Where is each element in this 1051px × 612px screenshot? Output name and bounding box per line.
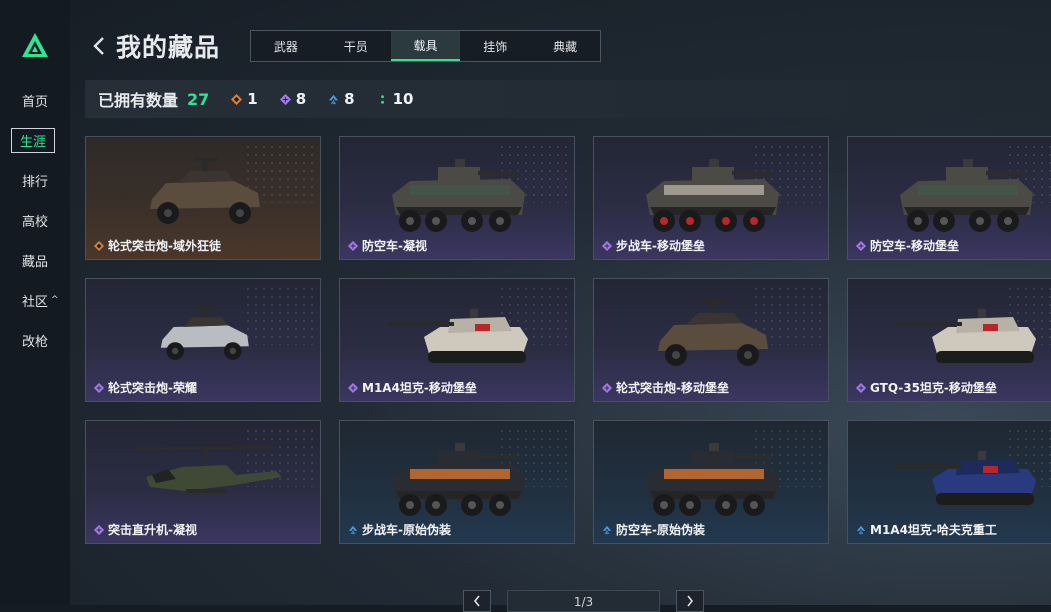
logo-icon[interactable]: [21, 32, 49, 58]
back-button[interactable]: [88, 35, 110, 57]
vehicle-card[interactable]: 防空车-移动堡垒: [847, 136, 1051, 260]
vehicle-name: M1A4坦克-哈夫克重工: [870, 523, 997, 537]
rarity-count-green: 10: [377, 90, 414, 108]
vehicle-name: 防空车-移动堡垒: [870, 239, 959, 253]
vehicle-name: 防空车-原始伪装: [616, 523, 705, 537]
sidebar: 首页生涯排行高校藏品社区 ^ 改枪: [0, 0, 70, 605]
purple-rarity-icon: [279, 93, 291, 105]
vehicle-image: [392, 159, 525, 232]
vehicle-name: 轮式突击炮-荣耀: [108, 381, 197, 395]
purple-rarity-icon: [602, 383, 612, 393]
page-indicator: 1/3: [507, 590, 660, 612]
vehicle-image: [135, 445, 282, 493]
rarity-count-orange: 1: [231, 90, 258, 108]
sidebar-item-label: 生涯: [11, 127, 56, 153]
vehicle-name: GTQ-35坦克-移动堡垒: [870, 381, 997, 395]
vehicle-card[interactable]: 轮式突击炮-荣耀: [85, 278, 321, 402]
page-title: 我的藏品: [116, 33, 221, 62]
sidebar-item-label: 首页: [22, 94, 49, 110]
vehicle-name: 防空车-凝视: [362, 239, 427, 253]
prev-page-button[interactable]: [463, 590, 491, 612]
vehicle-card[interactable]: GTQ-35坦克-移动堡垒: [847, 278, 1051, 402]
sidebar-item-label: 社区: [22, 294, 49, 310]
sidebar-item-label: 改枪: [22, 334, 49, 350]
vehicle-card[interactable]: 步战车-移动堡垒: [593, 136, 829, 260]
blue-rarity-icon: [348, 525, 358, 535]
purple-rarity-icon: [348, 241, 358, 251]
owned-count: 27: [187, 89, 210, 109]
sidebar-item-label: 藏品: [22, 254, 49, 270]
vehicle-image: [150, 157, 260, 224]
vehicle-image: [646, 443, 779, 516]
vehicle-image: [896, 451, 1036, 505]
tab[interactable]: 载具: [390, 31, 461, 61]
vehicle-image: [392, 443, 525, 516]
blue-rarity-icon: [602, 525, 612, 535]
chevron-left-icon: [93, 37, 104, 55]
rarity-count-value: 8: [344, 90, 355, 108]
chevron-left-icon: [473, 595, 480, 607]
blue-rarity-icon: [856, 525, 866, 535]
vehicle-card[interactable]: 步战车-原始伪装: [339, 420, 575, 544]
rarity-count-value: 8: [295, 90, 307, 108]
rarity-count-value: 10: [392, 90, 414, 108]
purple-rarity-icon: [856, 383, 866, 393]
purple-rarity-icon: [348, 383, 358, 393]
purple-rarity-icon: [602, 241, 612, 251]
tab[interactable]: 干员: [321, 31, 391, 61]
sidebar-item[interactable]: 社区 ^: [0, 280, 70, 320]
vehicle-image: [896, 309, 1036, 363]
sidebar-item-label: 高校: [22, 214, 49, 230]
vehicle-card[interactable]: 突击直升机-凝视: [85, 420, 321, 544]
tab[interactable]: 典藏: [530, 31, 600, 61]
sidebar-item[interactable]: 首页: [0, 80, 70, 120]
vehicle-name: 轮式突击炮-域外狂徒: [108, 239, 221, 253]
vehicle-card[interactable]: 防空车-原始伪装: [593, 420, 829, 544]
tab[interactable]: 挂饰: [460, 31, 530, 61]
sidebar-item[interactable]: 生涯: [0, 120, 70, 160]
vehicle-image: [900, 159, 1033, 232]
category-tabs: 武器 干员 载具 挂饰 典藏: [250, 30, 601, 62]
collection-stats: 已拥有数量 27 1 8 8 10: [85, 80, 1051, 118]
orange-rarity-icon: [94, 241, 104, 251]
vehicle-name: M1A4坦克-移动堡垒: [362, 381, 477, 395]
sidebar-item[interactable]: 藏品: [0, 240, 70, 280]
vehicle-card[interactable]: M1A4坦克-移动堡垒: [339, 278, 575, 402]
blue-rarity-icon: [329, 94, 339, 104]
next-page-button[interactable]: [676, 590, 704, 612]
purple-rarity-icon: [856, 241, 866, 251]
vehicle-image: [160, 306, 249, 360]
vehicle-image: [658, 299, 768, 366]
purple-rarity-icon: [94, 525, 104, 535]
sidebar-item[interactable]: 排行: [0, 160, 70, 200]
vehicle-name: 轮式突击炮-移动堡垒: [616, 381, 729, 395]
rarity-counts: 1 8 8 10: [209, 90, 413, 108]
sidebar-item[interactable]: 高校: [0, 200, 70, 240]
chevron-up-icon: ^: [51, 295, 59, 305]
vehicle-name: 步战车-移动堡垒: [616, 239, 705, 253]
rarity-count-value: 1: [247, 90, 258, 108]
purple-rarity-icon: [94, 383, 104, 393]
vehicle-image: [388, 309, 528, 363]
header: 我的藏品: [88, 28, 220, 64]
vehicle-name: 步战车-原始伪装: [362, 523, 451, 537]
vehicle-card[interactable]: 轮式突击炮-域外狂徒: [85, 136, 321, 260]
vehicle-card[interactable]: M1A4坦克-哈夫克重工: [847, 420, 1051, 544]
sidebar-nav: 首页生涯排行高校藏品社区 ^ 改枪: [0, 80, 70, 360]
orange-rarity-icon: [231, 93, 243, 105]
sidebar-item[interactable]: 改枪: [0, 320, 70, 360]
tab[interactable]: 武器: [251, 31, 321, 61]
vehicle-name: 突击直升机-凝视: [108, 523, 197, 537]
vehicle-card[interactable]: 防空车-凝视: [339, 136, 575, 260]
rarity-count-blue: 8: [328, 90, 355, 108]
vehicle-image: [646, 159, 779, 232]
sidebar-item-label: 排行: [22, 174, 49, 190]
vehicle-card[interactable]: 轮式突击炮-移动堡垒: [593, 278, 829, 402]
rarity-count-purple: 8: [279, 90, 307, 108]
chevron-right-icon: [687, 595, 694, 607]
green-rarity-icon: [380, 94, 384, 104]
owned-label: 已拥有数量: [98, 91, 179, 110]
